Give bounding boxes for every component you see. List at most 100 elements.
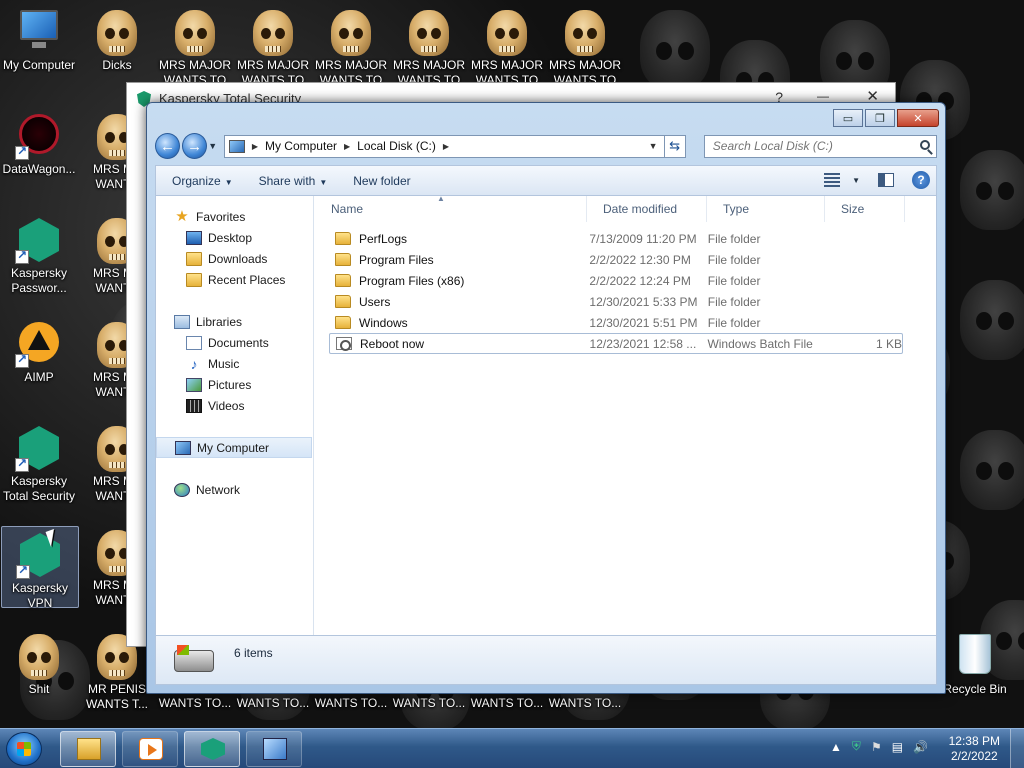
action-center-icon[interactable]: ⚑ — [871, 740, 882, 754]
nav-label: Documents — [208, 335, 269, 350]
file-row[interactable]: Reboot now 12/23/2021 12:58 ... Windows … — [329, 333, 903, 354]
nav-favorites[interactable]: ★ Favorites — [156, 206, 312, 227]
folder-icon — [335, 232, 351, 245]
aimp-icon — [15, 322, 61, 368]
desktop-icon-mrs-major-4[interactable]: MRS MAJOR WANTS TO — [390, 4, 468, 88]
music-note-icon: ♪ — [190, 355, 198, 372]
shortcut-arrow-icon — [15, 456, 29, 472]
file-row[interactable]: PerfLogs 7/13/2009 11:20 PM File folder — [329, 228, 903, 249]
desktop-icon-my-computer[interactable]: My Computer — [0, 4, 78, 73]
skull-icon — [251, 10, 295, 56]
preview-pane-icon[interactable] — [878, 173, 894, 187]
desktop-icon-mrs-major-5[interactable]: MRS MAJOR WANTS TO — [468, 4, 546, 88]
show-desktop-button[interactable] — [1010, 729, 1024, 768]
file-name: Program Files — [359, 252, 434, 267]
column-headers: Name ▲ Date modified Type Size — [315, 194, 936, 222]
close-button[interactable]: ✕ — [897, 109, 939, 127]
nav-network[interactable]: Network — [156, 479, 312, 500]
chevron-right-icon: ▶ — [251, 141, 258, 151]
desktop-icon-recycle-bin[interactable]: Recycle Bin — [936, 628, 1014, 697]
nav-documents[interactable]: Documents — [156, 332, 312, 353]
new-folder-button[interactable]: New folder — [337, 174, 420, 188]
desktop-icon-kaspersky-total-security[interactable]: Kaspersky Total Security — [0, 420, 78, 504]
desktop-icon-label-partial[interactable]: WANTS TO... — [312, 696, 390, 711]
kaspersky-minimize-button[interactable]: — — [817, 89, 829, 103]
nav-pictures[interactable]: Pictures — [156, 374, 312, 395]
nav-label: Favorites — [196, 209, 246, 224]
nav-recent-places[interactable]: Recent Places — [156, 269, 312, 290]
desktop-icon-label-partial[interactable]: WANTS TO... — [546, 696, 624, 711]
taskbar-explorer[interactable] — [60, 731, 116, 767]
kaspersky-tray-icon[interactable]: ⛨ — [852, 739, 861, 754]
kaspersky-icon — [15, 426, 61, 472]
search-input[interactable] — [712, 139, 913, 153]
desktop-icon-mrs-major-6[interactable]: MRS MAJOR WANTS TO — [546, 4, 624, 88]
show-hidden-icons-button[interactable]: ▲ — [830, 740, 842, 754]
minimize-button[interactable]: ▭ — [833, 109, 863, 127]
desktop-icon-label-partial[interactable]: WANTS TO... — [156, 696, 234, 711]
taskbar-control-panel[interactable] — [246, 731, 302, 767]
desktop-icon-label: Kaspersky Passwor... — [10, 266, 68, 295]
nav-desktop[interactable]: Desktop — [156, 227, 312, 248]
clock[interactable]: 12:38 PM 2/2/2022 — [949, 734, 1000, 764]
desktop-icon-shit[interactable]: Shit — [0, 628, 78, 697]
nav-videos[interactable]: Videos — [156, 395, 312, 416]
nav-music[interactable]: ♪ Music — [156, 353, 312, 374]
desktop-icon-label-partial[interactable]: WANTS TO... — [234, 696, 312, 711]
desktop-icon-label: WANTS TO... — [236, 696, 310, 710]
view-options-dropdown[interactable]: ▼ — [852, 176, 860, 185]
nav-downloads[interactable]: Downloads — [156, 248, 312, 269]
start-button[interactable] — [6, 732, 42, 766]
explorer-window[interactable]: ▭ ❐ ✕ ← → ▼ ▶ My Computer ▶ Local Disk (… — [146, 102, 946, 694]
organize-button[interactable]: Organize ▼ — [156, 174, 243, 188]
desktop-icon-kaspersky-password[interactable]: Kaspersky Passwor... — [0, 212, 78, 296]
back-button[interactable]: ← — [155, 133, 181, 159]
desktop-icon-datawagon[interactable]: DataWagon... — [0, 108, 78, 177]
taskbar-kaspersky[interactable] — [184, 731, 240, 767]
documents-icon — [186, 335, 202, 350]
column-date-modified[interactable]: Date modified — [587, 196, 707, 222]
column-name[interactable]: Name ▲ — [315, 194, 587, 222]
nav-my-computer[interactable]: My Computer — [156, 437, 312, 458]
network-icon[interactable]: ▤ — [892, 740, 903, 754]
wallpaper-skull-icon — [960, 150, 1024, 230]
nav-libraries[interactable]: Libraries — [156, 311, 312, 332]
file-row[interactable]: Windows 12/30/2021 5:51 PM File folder — [329, 312, 903, 333]
skull-icon — [95, 10, 139, 56]
taskbar-media-player[interactable] — [122, 731, 178, 767]
search-box[interactable] — [703, 134, 938, 158]
item-count: 6 items — [234, 646, 273, 660]
file-row[interactable]: Program Files (x86) 2/2/2022 12:24 PM Fi… — [329, 270, 903, 291]
forward-button[interactable]: → — [182, 133, 208, 159]
chevron-right-icon[interactable]: ▶ — [344, 142, 350, 151]
breadcrumb-my-computer[interactable]: My Computer — [265, 139, 337, 153]
forward-arrow-icon: → — [187, 137, 203, 155]
change-view-icon[interactable] — [824, 173, 841, 187]
address-dropdown-button[interactable]: ▼ — [649, 141, 658, 151]
desktop-icon-dicks[interactable]: Dicks — [78, 4, 156, 73]
file-row[interactable]: Users 12/30/2021 5:33 PM File folder — [329, 291, 903, 312]
help-icon[interactable]: ? — [912, 171, 930, 189]
file-row[interactable]: Program Files 2/2/2022 12:30 PM File fol… — [329, 249, 903, 270]
breadcrumb-local-disk[interactable]: Local Disk (C:) — [357, 139, 436, 153]
volume-icon[interactable]: 🔊 — [913, 740, 928, 754]
file-date: 2/2/2022 12:30 PM — [589, 252, 691, 267]
desktop-icon-aimp[interactable]: AIMP — [0, 316, 78, 385]
share-with-button[interactable]: Share with ▼ — [243, 174, 338, 188]
skull-icon — [173, 10, 217, 56]
desktop-icon-kaspersky-vpn[interactable]: Kaspersky VPN — [1, 526, 79, 610]
recent-pages-dropdown[interactable]: ▼ — [208, 141, 218, 151]
chevron-right-icon[interactable]: ▶ — [443, 142, 449, 151]
desktop-icon-label-partial[interactable]: WANTS TO... — [390, 696, 468, 711]
desktop-icon-mrs-major-3[interactable]: MRS MAJOR WANTS TO — [312, 4, 390, 88]
maximize-button[interactable]: ❐ — [865, 109, 895, 127]
address-bar[interactable]: ▶ My Computer ▶ Local Disk (C:) ▶ ▼ — [223, 134, 665, 158]
refresh-button[interactable]: ⇆ — [664, 134, 686, 158]
column-type[interactable]: Type — [707, 196, 825, 222]
desktop-icon-mrs-major-2[interactable]: MRS MAJOR WANTS TO — [234, 4, 312, 88]
column-size[interactable]: Size — [825, 196, 905, 222]
desktop-icon-mrs-major-1[interactable]: MRS MAJOR WANTS TO — [156, 4, 234, 88]
desktop-icon-label-partial[interactable]: WANTS TO... — [468, 696, 546, 711]
details-pane: 6 items — [155, 635, 937, 685]
search-icon[interactable] — [920, 139, 931, 150]
